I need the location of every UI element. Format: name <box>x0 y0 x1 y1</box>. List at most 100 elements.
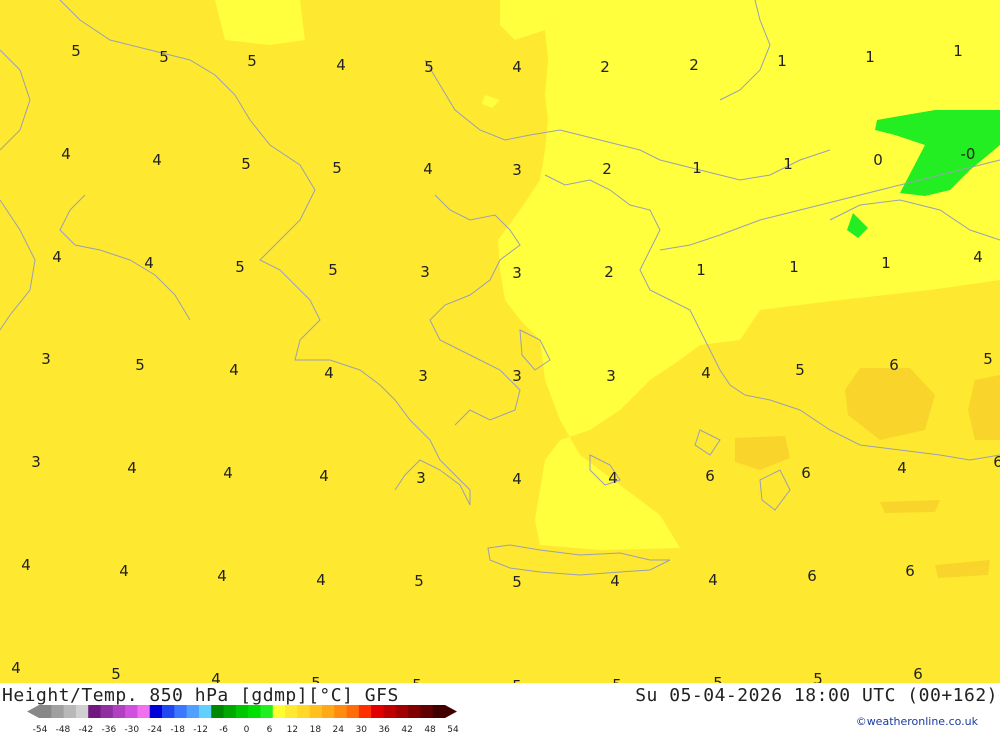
scale-swatch <box>321 705 335 718</box>
scale-swatch <box>149 705 163 718</box>
temperature-label: 5 <box>414 572 424 590</box>
temperature-label: 1 <box>692 159 702 177</box>
scale-swatch <box>383 705 397 718</box>
temperature-label: 4 <box>610 572 620 590</box>
scale-swatch <box>162 705 175 718</box>
temperature-label: 5 <box>512 573 522 591</box>
temperature-label: 5 <box>795 361 805 379</box>
warm-temperature-patch-south <box>880 500 940 513</box>
temperature-label: 2 <box>604 263 614 281</box>
temperature-label: 2 <box>600 58 610 76</box>
scale-tick-label: 24 <box>333 725 345 735</box>
temperature-label: 5 <box>235 258 245 276</box>
scale-tick-label: 18 <box>310 725 322 735</box>
scale-tick-label: -36 <box>101 725 116 735</box>
temperature-label: 3 <box>512 264 522 282</box>
temperature-label: 4 <box>229 361 239 379</box>
scale-tick-label: 36 <box>378 725 390 735</box>
temperature-label: 4 <box>316 571 326 589</box>
scale-swatch <box>211 705 225 718</box>
temperature-label: 5 <box>311 674 321 683</box>
temperature-label: 4 <box>512 470 522 488</box>
temperature-label: 5 <box>71 42 81 60</box>
scale-swatch <box>125 705 138 718</box>
temperature-label: 5 <box>813 670 823 683</box>
temperature-label: 4 <box>336 56 346 74</box>
temperature-label: 1 <box>865 48 875 66</box>
scale-tick-label: -12 <box>193 725 208 735</box>
scale-tick-label: 42 <box>401 725 412 735</box>
scale-tick-label: -48 <box>56 725 71 735</box>
scale-swatch <box>235 705 249 718</box>
temperature-label: 4 <box>61 145 71 163</box>
scale-swatch <box>272 705 286 718</box>
scale-swatch <box>174 705 188 718</box>
temperature-label: 4 <box>973 248 983 266</box>
scale-arrow-high <box>445 705 457 718</box>
scale-tick-label: 12 <box>287 725 298 735</box>
scale-swatch <box>346 705 360 718</box>
credit-link[interactable]: ©weatheronline.co.uk <box>856 715 978 728</box>
temperature-label: -0 <box>961 145 976 163</box>
temperature-label: 4 <box>223 464 233 482</box>
temperature-label: 1 <box>881 254 891 272</box>
temperature-label: 4 <box>324 364 334 382</box>
temperature-label: 4 <box>144 254 154 272</box>
scale-swatch <box>395 705 409 718</box>
map-title: Height/Temp. 850 hPa [gdmp][°C] GFS <box>2 685 399 706</box>
scale-tick-label: -30 <box>124 725 139 735</box>
temperature-label: 5 <box>713 674 723 683</box>
scale-swatch <box>88 705 102 718</box>
temperature-label: 4 <box>127 459 137 477</box>
scale-swatch <box>248 705 261 718</box>
scale-tick-label: 0 <box>244 725 250 735</box>
temperature-label: 5 <box>983 350 993 368</box>
scale-swatch <box>100 705 114 718</box>
scale-swatch <box>198 705 212 718</box>
temperature-label: 4 <box>52 248 62 266</box>
scale-swatch <box>39 705 52 718</box>
scale-tick-label: 48 <box>424 725 436 735</box>
temperature-label: 5 <box>424 58 434 76</box>
scale-swatch <box>186 705 200 718</box>
temperature-label: 2 <box>689 56 699 74</box>
forecast-datetime: Su 05-04-2026 18:00 UTC (00+162) <box>635 685 998 706</box>
temperature-label: 1 <box>953 42 963 60</box>
temperature-label: 3 <box>41 350 51 368</box>
temperature-label: 3 <box>512 367 522 385</box>
temperature-label: 6 <box>913 665 923 683</box>
temperature-label: 5 <box>111 665 121 683</box>
scale-arrow-low <box>27 705 39 718</box>
scale-swatch <box>223 705 237 718</box>
scale-swatch <box>63 705 77 718</box>
temperature-label: 5 <box>241 155 251 173</box>
temperature-label: 4 <box>708 571 718 589</box>
temperature-label: 5 <box>247 52 257 70</box>
temperature-label: 1 <box>789 258 799 276</box>
temperature-label: 3 <box>512 161 522 179</box>
temperature-label: 1 <box>777 52 787 70</box>
temperature-label: 4 <box>211 670 221 683</box>
scale-swatch <box>420 705 434 718</box>
temperature-label: 1 <box>696 261 706 279</box>
temperature-label: 6 <box>905 562 915 580</box>
color-scale: -54 -48 -42 -36 -30 -24 -18 -12 -6 0 6 12 18 24 30 36 42… <box>27 705 459 735</box>
temperature-label: 4 <box>217 567 227 585</box>
scale-swatch <box>75 705 89 718</box>
scale-tick-label: 54 <box>447 725 459 735</box>
scale-swatch <box>112 705 126 718</box>
light-temperature-zone-north <box>215 0 305 45</box>
temperature-label: 5 <box>135 356 145 374</box>
scale-swatch <box>285 705 298 718</box>
temperature-label: 6 <box>993 453 1000 471</box>
temperature-label: 4 <box>608 469 618 487</box>
temperature-label: 6 <box>705 467 715 485</box>
temperature-label: 4 <box>701 364 711 382</box>
scale-tick-label: 30 <box>355 725 367 735</box>
temperature-label: 4 <box>152 151 162 169</box>
scale-tick-label: -18 <box>170 725 185 735</box>
temperature-label: 5 <box>328 261 338 279</box>
scale-tick-label: -6 <box>219 725 228 735</box>
scale-swatch <box>371 705 384 718</box>
temperature-label: 6 <box>801 464 811 482</box>
